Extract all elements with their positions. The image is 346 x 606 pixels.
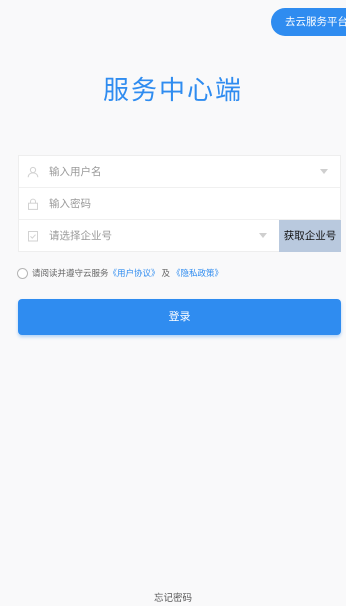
user-agreement-link[interactable]: 《用户协议》	[109, 267, 160, 279]
get-company-number-button[interactable]: 获取企业号	[279, 220, 341, 252]
company-row: 获取企业号	[19, 220, 341, 252]
agreement-and-text: 及	[161, 269, 171, 279]
forgot-password-link[interactable]: 忘记密码	[0, 590, 346, 604]
login-form: 获取企业号	[18, 155, 341, 252]
company-select[interactable]	[49, 220, 279, 251]
agreement-radio[interactable]	[17, 267, 28, 279]
privacy-policy-link[interactable]: 《隐私政策》	[172, 267, 223, 279]
password-row	[19, 188, 340, 220]
login-screen: 去云服务平台 服务中心端 获取企业号 请阅读并遵守云服务 《用户协	[0, 0, 346, 606]
login-button[interactable]: 登录	[18, 299, 341, 335]
username-row	[19, 156, 340, 188]
page-title: 服务中心端	[102, 76, 243, 106]
document-check-icon	[27, 230, 39, 242]
username-input[interactable]	[49, 156, 279, 187]
chevron-down-icon[interactable]	[320, 169, 328, 174]
go-cloud-platform-button[interactable]: 去云服务平台	[271, 8, 346, 36]
lock-icon	[27, 198, 39, 210]
user-icon	[27, 166, 39, 178]
chevron-down-icon[interactable]	[259, 233, 267, 238]
agreement-row: 请阅读并遵守云服务 《用户协议》 及 《隐私政策》	[17, 266, 223, 280]
agreement-text: 请阅读并遵守云服务	[32, 269, 109, 279]
password-input[interactable]	[49, 188, 279, 219]
